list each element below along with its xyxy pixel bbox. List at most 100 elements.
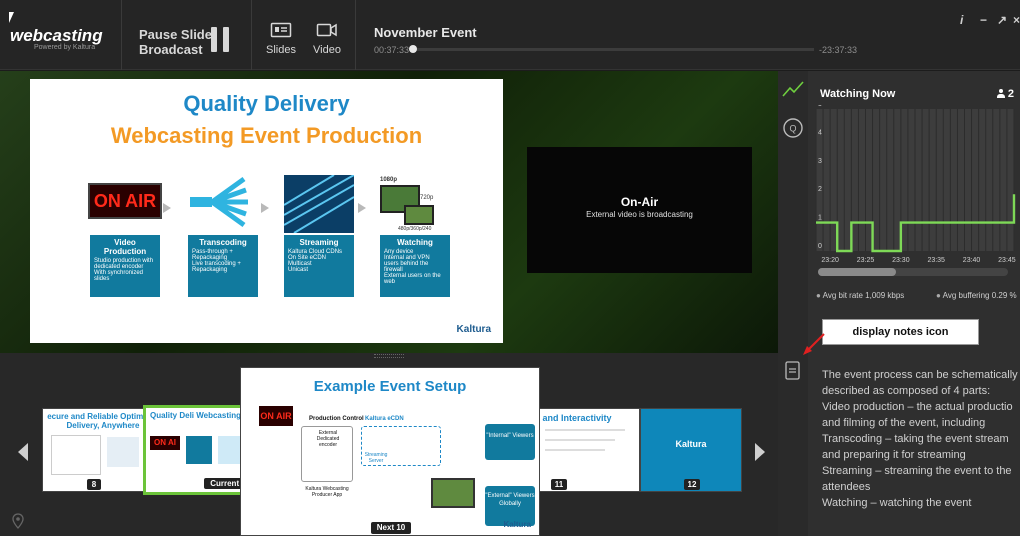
avg-bitrate: ● Avg bit rate 1,009 kbps	[816, 291, 905, 300]
current-slide: Quality Delivery Webcasting Event Produc…	[30, 79, 503, 343]
chart-y-tick-label: 1	[818, 215, 822, 222]
watching-now-panel: Watching Now 2 5 4 3 2 1 0 23:20 23:25 23:30 23:3…	[808, 71, 1020, 353]
step-heading: Streaming	[299, 238, 339, 247]
step-heading: Transcoding	[199, 238, 247, 247]
note-line: Streaming – streaming the event to the	[822, 465, 1012, 477]
pause-slide-label: Pause Slide Broadcast	[139, 27, 212, 57]
step-box: Transcoding Pass-through + Repackaging L…	[188, 235, 258, 297]
location-pin-icon[interactable]	[12, 513, 24, 529]
minimize-icon[interactable]: −	[980, 13, 987, 27]
notes-icon-callout: display notes icon	[822, 319, 979, 345]
kaltura-logo: Kaltura	[675, 439, 707, 449]
transcoding-fanout-image	[190, 176, 248, 228]
slide-thumbnail-12[interactable]: Kaltura 12	[640, 408, 742, 492]
step-box: Streaming Kaltura Cloud CDNs On Site eCD…	[284, 235, 354, 297]
info-icon[interactable]: i	[960, 13, 963, 27]
chart-y-tick-label: 3	[818, 158, 822, 165]
flow-arrow-icon	[358, 203, 366, 213]
device-label: 720p	[420, 195, 434, 201]
watching-now-title: Watching Now	[820, 88, 896, 100]
slide-thumbnail-10-next[interactable]: Example Event Setup Production Control O…	[240, 367, 540, 536]
viewer-count-number: 2	[1007, 88, 1014, 100]
webcasting-logo: webcasting Powered by Kaltura	[0, 0, 122, 70]
chart-scroll-thumb[interactable]	[818, 268, 896, 276]
previous-slide-arrow-icon[interactable]	[18, 443, 28, 461]
thumbnail-title: Example Event Setup	[313, 378, 467, 395]
on-air-sign-image: ON AIR	[88, 175, 162, 233]
viewer-count: 2	[996, 88, 1014, 100]
next-slide-arrow-icon[interactable]	[755, 443, 765, 461]
note-line: Video production – the actual productio	[822, 401, 1013, 413]
on-air-sign-text: ON AIR	[93, 191, 157, 211]
slide-thumbnail-strip: ecure and Reliable Optimized Delivery, A…	[0, 353, 778, 536]
on-air-mini-image: ON AI	[150, 436, 180, 450]
close-icon[interactable]: ×	[1013, 13, 1020, 27]
diagram-label: External Dedicated encoder	[316, 430, 340, 448]
diagram-label: Kaltura eCDN	[365, 416, 404, 422]
step-bullet: Live transcoding + Repackaging	[192, 261, 241, 273]
slide-number-badge: 8	[87, 479, 101, 490]
stats-graph-icon[interactable]	[782, 79, 804, 99]
qna-chat-icon[interactable]: Q	[782, 117, 804, 139]
on-air-mini-image: ON AIR	[259, 406, 293, 426]
pause-label-line2: Broadcast	[139, 42, 203, 57]
avg-buffering-text: Avg buffering 0.29 %	[942, 291, 1017, 300]
slides-mode-button[interactable]: Slides	[256, 22, 306, 56]
flow-arrow-icon	[261, 203, 269, 213]
chart-x-tick-label: 23:35	[927, 257, 945, 264]
timeline-handle[interactable]	[409, 45, 417, 53]
notes-icon[interactable]	[785, 361, 801, 381]
video-mode-button[interactable]: Video	[302, 22, 352, 56]
chart-x-tick-label: 23:30	[892, 257, 910, 264]
avg-bitrate-text: Avg bit rate 1,009 kbps	[822, 291, 905, 300]
pause-icon	[211, 27, 229, 52]
step-bullet: Unicast	[288, 267, 309, 273]
chart-x-tick-label: 23:40	[963, 257, 981, 264]
video-camera-icon	[316, 23, 337, 37]
slide-number-badge: 12	[684, 479, 700, 490]
chart-x-tick-label: 23:25	[857, 257, 875, 264]
side-rail: Q	[778, 71, 808, 536]
elapsed-time: 00:37:33	[374, 45, 410, 55]
powered-by-text: Powered by Kaltura	[34, 44, 96, 51]
slide-subtitle: Webcasting Event Production	[110, 123, 423, 148]
chart-scrollbar[interactable]	[818, 268, 1008, 276]
chart-x-tick-label: 23:20	[821, 257, 839, 264]
streaming-lines-image	[284, 175, 354, 233]
watching-now-chart: 5 4 3 2 1 0 23:20 23:25 23:30 23:35 23:40 23:45	[815, 105, 1016, 264]
note-line: and filming of the event, including	[822, 417, 986, 429]
step-bullet: Pass-through + Repackaging	[192, 249, 233, 261]
pause-slide-broadcast-button[interactable]: Pause Slide Broadcast	[122, 0, 252, 70]
thumbnail-title: ecure and Reliable Optimized Delivery, A…	[47, 412, 146, 430]
slide-title: Quality Delivery	[183, 91, 350, 116]
chart-y-tick-label: 5	[818, 105, 822, 108]
event-title: November Event	[374, 25, 477, 40]
svg-text:Q: Q	[789, 124, 796, 134]
slide-thumbnail-11[interactable]: t and Interactivity 11	[530, 408, 640, 492]
panel-resize-handle[interactable]	[374, 354, 404, 358]
timeline-track[interactable]	[414, 48, 814, 51]
step-bullet: With synchronized slides	[94, 270, 144, 282]
video-label: Video	[313, 44, 341, 56]
chart-y-tick-label: 2	[818, 186, 822, 193]
note-line: Watching – watching the event	[822, 497, 972, 509]
step-heading: Video Production	[103, 238, 147, 256]
chart-x-tick-label: 23:45	[998, 257, 1016, 264]
slide-thumbnail-9-current[interactable]: Quality Deli Webcasting Event ON AI Curr…	[143, 405, 255, 495]
broadcast-stage: Quality Delivery Webcasting Event Produc…	[0, 71, 778, 353]
remaining-time: -23:37:33	[819, 45, 858, 55]
on-air-title: On-Air	[620, 195, 659, 209]
device-label: 1080p	[380, 177, 398, 183]
kaltura-logo: Kaltura	[503, 520, 531, 529]
avg-buffering: ● Avg buffering 0.29 %	[936, 291, 1017, 300]
kaltura-logo: Kaltura	[456, 324, 491, 335]
expand-icon[interactable]: ↗	[997, 13, 1007, 27]
devices-image: 1080p 720p 480p/360p/240	[380, 175, 450, 233]
slide-thumbnail-8[interactable]: ecure and Reliable Optimized Delivery, A…	[42, 408, 146, 492]
step-bullet: Internal and VPN users behind the firewa…	[384, 255, 430, 273]
top-bar: webcasting Powered by Kaltura Pause Slid…	[0, 0, 1020, 70]
slide-notes-text: The event process can be schematically d…	[822, 367, 1020, 511]
thumbnail-title: t and Interactivity	[537, 413, 612, 423]
note-line: and preparing it for streaming	[822, 449, 966, 461]
step-box: Watching Any device Internal and VPN use…	[380, 235, 450, 297]
